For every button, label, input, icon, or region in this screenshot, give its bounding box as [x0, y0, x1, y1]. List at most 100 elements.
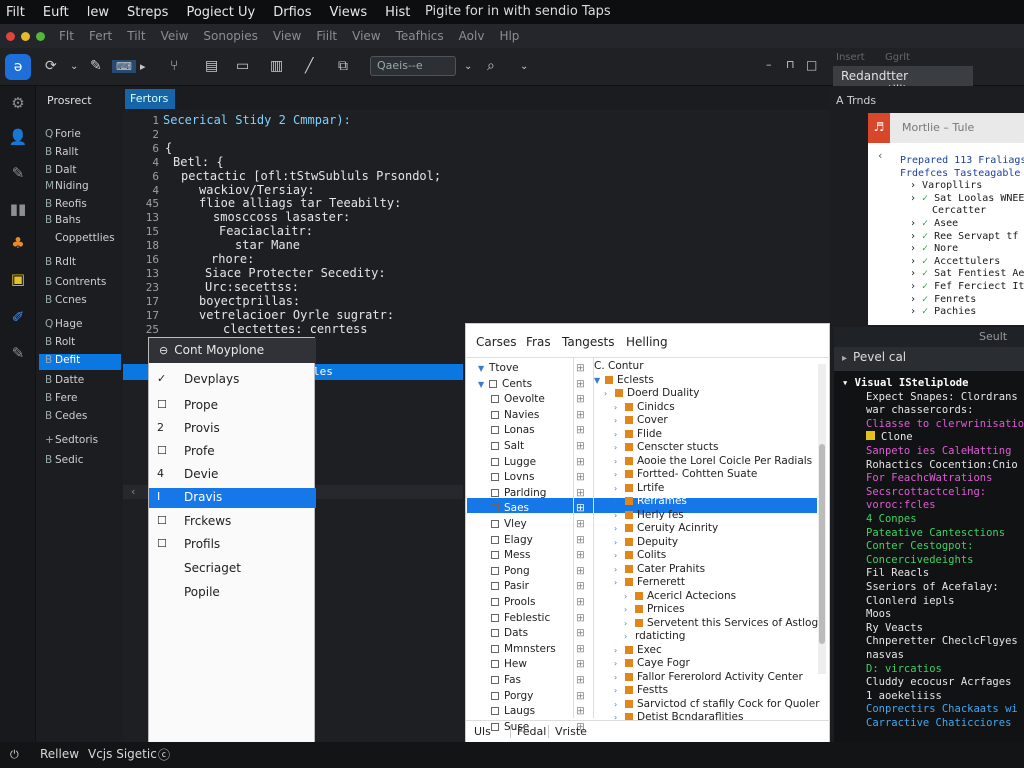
- expand-chevron-icon[interactable]: ›: [624, 632, 632, 641]
- tree-gutter-box-icon[interactable]: ⊞: [576, 643, 585, 655]
- sidebar-item[interactable]: B Bahs: [45, 214, 81, 226]
- code-line[interactable]: Feaciaclaitr:: [219, 224, 313, 238]
- expand-chevron-icon[interactable]: ›: [614, 497, 622, 506]
- tree-right-item[interactable]: › Doerd Duality: [604, 387, 699, 399]
- search-options-chevron-icon[interactable]: ⌄: [464, 61, 472, 72]
- tree-tab-tangests[interactable]: Tangests: [562, 335, 615, 349]
- tree-footer-uls[interactable]: Uls: [474, 725, 491, 738]
- folder-icon[interactable]: ▭: [236, 58, 249, 74]
- edit-icon[interactable]: ✎: [8, 164, 28, 184]
- tree-tab-helling[interactable]: Helling: [626, 335, 668, 349]
- sidebar-item[interactable]: B Rdlt: [45, 256, 76, 268]
- tree-gutter-box-icon[interactable]: ⊞: [576, 658, 585, 670]
- tree-right-item[interactable]: › Flide: [614, 428, 662, 440]
- source-control-icon[interactable]: ♣: [8, 234, 28, 254]
- code-line[interactable]: smosccoss lasaster:: [213, 210, 350, 224]
- expand-chevron-icon[interactable]: ›: [614, 524, 622, 533]
- tree-right-item[interactable]: › Acericl Actecions: [624, 590, 736, 602]
- code-line[interactable]: vetrelacioer Oyrle sugratr:: [199, 308, 394, 322]
- expand-chevron-icon[interactable]: ›: [614, 659, 622, 668]
- tree-gutter-box-icon[interactable]: ⊞: [576, 565, 585, 577]
- dropdown-chevron-icon[interactable]: ⌄: [70, 61, 78, 72]
- document-icon[interactable]: ▤: [205, 58, 218, 74]
- expand-chevron-icon[interactable]: ›: [614, 646, 622, 655]
- tree-right-item[interactable]: › Depuity: [614, 536, 678, 548]
- dropdown-item[interactable]: Secriaget: [149, 559, 316, 579]
- tree-right-item[interactable]: ▼ Eclests: [594, 374, 654, 386]
- checkbox-icon[interactable]: [489, 379, 497, 388]
- tree-left-item[interactable]: Hew: [491, 658, 527, 670]
- dropdown-item[interactable]: ☐ Prope: [149, 396, 316, 416]
- secondary-menu-item[interactable]: Fiilt: [316, 29, 337, 43]
- maximize-panel-icon[interactable]: □: [806, 58, 817, 72]
- tree-gutter-box-icon[interactable]: ⊞: [576, 424, 585, 436]
- checkbox-icon[interactable]: [491, 520, 499, 528]
- code-line[interactable]: star Mane: [235, 238, 300, 252]
- tree-right-item[interactable]: › Prnices: [624, 603, 685, 615]
- code-line[interactable]: flioe alliags tar Teeabilty:: [199, 196, 401, 210]
- tree-left-item[interactable]: Dats: [491, 627, 528, 639]
- dropdown-item[interactable]: ✓ Devplays: [149, 370, 316, 390]
- tree-footer-vriste[interactable]: Vriste: [548, 725, 587, 738]
- checkbox-icon[interactable]: [491, 582, 499, 591]
- sidebar-item[interactable]: B Rolt: [45, 336, 75, 348]
- menu-item[interactable]: Views: [324, 5, 380, 20]
- expand-chevron-icon[interactable]: ›: [614, 538, 622, 547]
- restore-panel-icon[interactable]: ⊓: [786, 58, 795, 71]
- tree-right-item[interactable]: › Lrtife: [614, 482, 664, 494]
- expand-chevron-icon[interactable]: ›: [614, 470, 622, 479]
- expand-chevron-icon[interactable]: ›: [614, 551, 622, 560]
- status-left-label[interactable]: Rellew: [40, 747, 79, 761]
- tree-gutter-box-icon[interactable]: ⊞: [576, 456, 585, 468]
- tree-right-item[interactable]: › Colits: [614, 549, 666, 561]
- sidebar-item[interactable]: B Datte: [45, 374, 84, 386]
- code-line[interactable]: Betl: {: [173, 155, 224, 169]
- checkbox-icon[interactable]: [491, 629, 499, 638]
- expand-chevron-icon[interactable]: ›: [614, 443, 622, 452]
- search-input[interactable]: Qaeis--e: [370, 56, 456, 76]
- checkbox-icon[interactable]: [491, 551, 499, 560]
- tree-left-item[interactable]: Laugs: [491, 705, 535, 717]
- refresh-icon[interactable]: ⟳: [45, 58, 57, 74]
- tree-right-item[interactable]: › Exec: [614, 644, 662, 656]
- tree-left-item[interactable]: Feblestic: [491, 612, 550, 624]
- menu-item[interactable]: Pogiect Uy: [180, 5, 267, 20]
- tree-right-item[interactable]: › Censcter stucts: [614, 441, 719, 453]
- tree-right-item[interactable]: › Cover: [614, 414, 668, 426]
- sidebar-item[interactable]: B Cedes: [45, 410, 87, 422]
- sidebar-item[interactable]: Coppettlies: [45, 232, 115, 244]
- checkbox-icon[interactable]: [491, 644, 499, 653]
- pen-icon[interactable]: ✎: [90, 58, 102, 74]
- checkbox-icon[interactable]: [491, 395, 499, 404]
- sidebar-item[interactable]: MNiding: [45, 180, 89, 192]
- page-icon[interactable]: ▥: [270, 58, 283, 74]
- branch-icon[interactable]: ⑂: [170, 58, 178, 74]
- tree-tab-carses[interactable]: Carses: [476, 335, 517, 349]
- checkbox-icon[interactable]: [491, 488, 499, 497]
- tree-right-item[interactable]: › Herly fes: [614, 509, 684, 521]
- tree-gutter-box-icon[interactable]: ⊞: [576, 612, 585, 624]
- redandtter-button[interactable]: Redandtter snomcotility: [833, 66, 973, 97]
- dropdown-item[interactable]: ☐ Profe: [149, 442, 316, 462]
- search-icon[interactable]: ⌕: [487, 58, 495, 74]
- tree-left-item[interactable]: Saes: [491, 502, 529, 514]
- checkbox-icon[interactable]: [491, 535, 499, 544]
- tree-left-item[interactable]: Pasir: [491, 580, 529, 592]
- sidebar-item[interactable]: B Defit: [39, 354, 121, 370]
- dropdown-item[interactable]: ☐ Profils: [149, 535, 316, 555]
- expand-chevron-icon[interactable]: ›: [614, 673, 622, 682]
- sidebar-item[interactable]: B Sedic: [45, 454, 83, 466]
- tree-tab-fras[interactable]: Fras: [526, 335, 551, 349]
- sidebar-item[interactable]: B Reofis: [45, 198, 87, 210]
- secondary-menu-item[interactable]: Flt: [59, 29, 74, 43]
- tree-left-item[interactable]: Fas: [491, 674, 521, 686]
- expand-icon[interactable]: ▼: [478, 380, 486, 389]
- tree-gutter-box-icon[interactable]: ⊞: [576, 487, 585, 499]
- checkbox-icon[interactable]: [491, 613, 499, 622]
- tree-right-item[interactable]: › Cater Prahits: [614, 563, 705, 575]
- secondary-menu-item[interactable]: Sonopies: [203, 29, 258, 43]
- tree-right-item[interactable]: › Fallor Fererolord Activity Center: [614, 671, 803, 683]
- close-window-icon[interactable]: [6, 31, 15, 41]
- tree-left-item[interactable]: Parlding: [491, 487, 546, 499]
- tree-right-item[interactable]: › Reframes: [614, 495, 687, 507]
